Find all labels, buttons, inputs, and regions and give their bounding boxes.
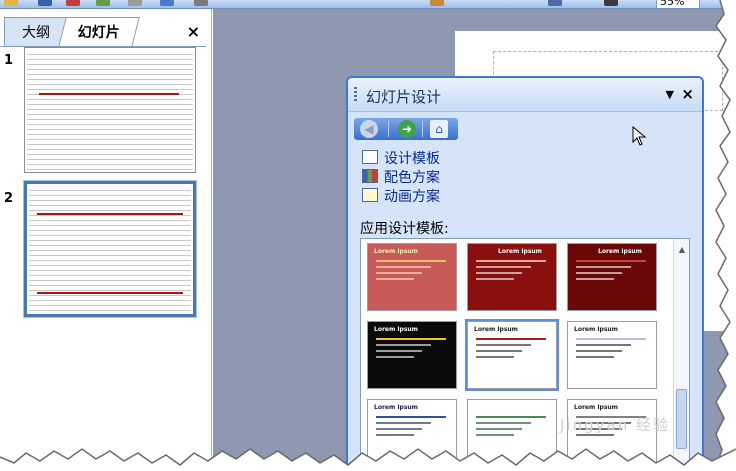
grid-icon[interactable] bbox=[604, 0, 618, 6]
chart-icon[interactable] bbox=[430, 0, 444, 6]
slide-footer-line bbox=[37, 292, 183, 294]
template-thumbnail[interactable]: Lorem Ipsum bbox=[367, 243, 457, 311]
template-thumbnail-selected[interactable]: Lorem Ipsum bbox=[467, 321, 557, 389]
link-label: 动画方案 bbox=[384, 189, 440, 205]
template-title: Lorem Ipsum bbox=[374, 404, 418, 411]
slide-thumbnail-2[interactable] bbox=[24, 181, 196, 317]
separator bbox=[422, 121, 423, 137]
mouse-cursor-icon bbox=[632, 126, 647, 146]
slide-number: 2 bbox=[4, 191, 14, 206]
toolbar: 55% bbox=[0, 0, 736, 9]
open-icon[interactable] bbox=[4, 0, 18, 6]
tab-slides[interactable]: 幻灯片 bbox=[58, 17, 140, 47]
forward-icon[interactable]: ➜ bbox=[398, 120, 416, 138]
template-body bbox=[476, 338, 546, 374]
drag-handle[interactable] bbox=[354, 87, 357, 103]
watermark: Jingyan 经验 bbox=[560, 416, 670, 434]
back-icon[interactable]: ◀ bbox=[360, 120, 378, 138]
link-label: 配色方案 bbox=[384, 170, 440, 186]
tab-slides-label: 幻灯片 bbox=[77, 25, 120, 41]
animation-scheme-icon bbox=[362, 188, 378, 202]
template-body bbox=[376, 260, 446, 296]
design-template-icon bbox=[362, 150, 378, 164]
template-title: Lorem Ipsum bbox=[574, 404, 618, 411]
template-title: Lorem Ipsum bbox=[574, 326, 618, 333]
template-title: Lorem Ipsum bbox=[374, 326, 418, 333]
slide-thumbnail-1[interactable] bbox=[24, 47, 196, 173]
slide-design-task-pane: 幻灯片设计 ▼ × ◀ ➜ ⌂ 设计模板 配色方案 动画方案 应用设计模板: L… bbox=[346, 76, 704, 471]
task-pane-header: 幻灯片设计 ▼ × bbox=[348, 78, 702, 112]
copy-icon[interactable] bbox=[96, 0, 110, 6]
separator bbox=[388, 121, 389, 137]
template-body bbox=[376, 338, 446, 374]
template-title: Lorem Ipsum bbox=[598, 248, 642, 255]
template-body bbox=[476, 260, 546, 296]
chevron-down-icon[interactable]: ▼ bbox=[666, 88, 674, 101]
link-label: 设计模板 bbox=[384, 151, 440, 167]
home-icon[interactable]: ⌂ bbox=[430, 120, 448, 138]
scroll-up-icon[interactable]: ▲ bbox=[679, 245, 685, 254]
torn-edge-bottom bbox=[0, 448, 736, 471]
redo-icon[interactable] bbox=[194, 0, 208, 6]
undo-icon[interactable] bbox=[160, 0, 174, 6]
close-icon[interactable]: × bbox=[681, 85, 694, 103]
template-thumbnail[interactable]: Lorem Ipsum bbox=[467, 243, 557, 311]
save-icon[interactable] bbox=[38, 0, 52, 6]
torn-edge-right bbox=[713, 0, 736, 471]
print-icon[interactable] bbox=[66, 0, 80, 6]
template-title: Lorem Ipsum bbox=[498, 248, 542, 255]
paste-icon[interactable] bbox=[128, 0, 142, 6]
template-title: Lorem Ipsum bbox=[474, 326, 518, 333]
slide-title-line bbox=[39, 93, 179, 95]
apply-template-heading: 应用设计模板: bbox=[360, 221, 449, 237]
template-thumbnail[interactable]: Lorem Ipsum bbox=[367, 321, 457, 389]
slide-lines bbox=[27, 50, 193, 170]
task-pane-nav: ◀ ➜ ⌂ bbox=[354, 118, 458, 140]
slide-number: 1 bbox=[4, 53, 14, 68]
template-body bbox=[576, 260, 646, 296]
template-body bbox=[576, 338, 646, 374]
task-pane-title: 幻灯片设计 bbox=[366, 88, 442, 106]
template-thumbnail[interactable]: Lorem Ipsum bbox=[567, 243, 657, 311]
template-thumbnail[interactable]: Lorem Ipsum bbox=[567, 321, 657, 389]
zoom-combo[interactable]: 55% bbox=[656, 0, 700, 8]
slides-outline-pane: 大纲 幻灯片 × 1 2 bbox=[0, 9, 212, 471]
table-icon[interactable] bbox=[548, 0, 562, 6]
slide-title-line bbox=[37, 213, 183, 215]
pane-tabs: 大纲 幻灯片 × bbox=[0, 17, 206, 47]
color-scheme-icon bbox=[362, 169, 378, 183]
close-icon[interactable]: × bbox=[187, 23, 200, 41]
template-title: Lorem Ipsum bbox=[374, 248, 418, 255]
